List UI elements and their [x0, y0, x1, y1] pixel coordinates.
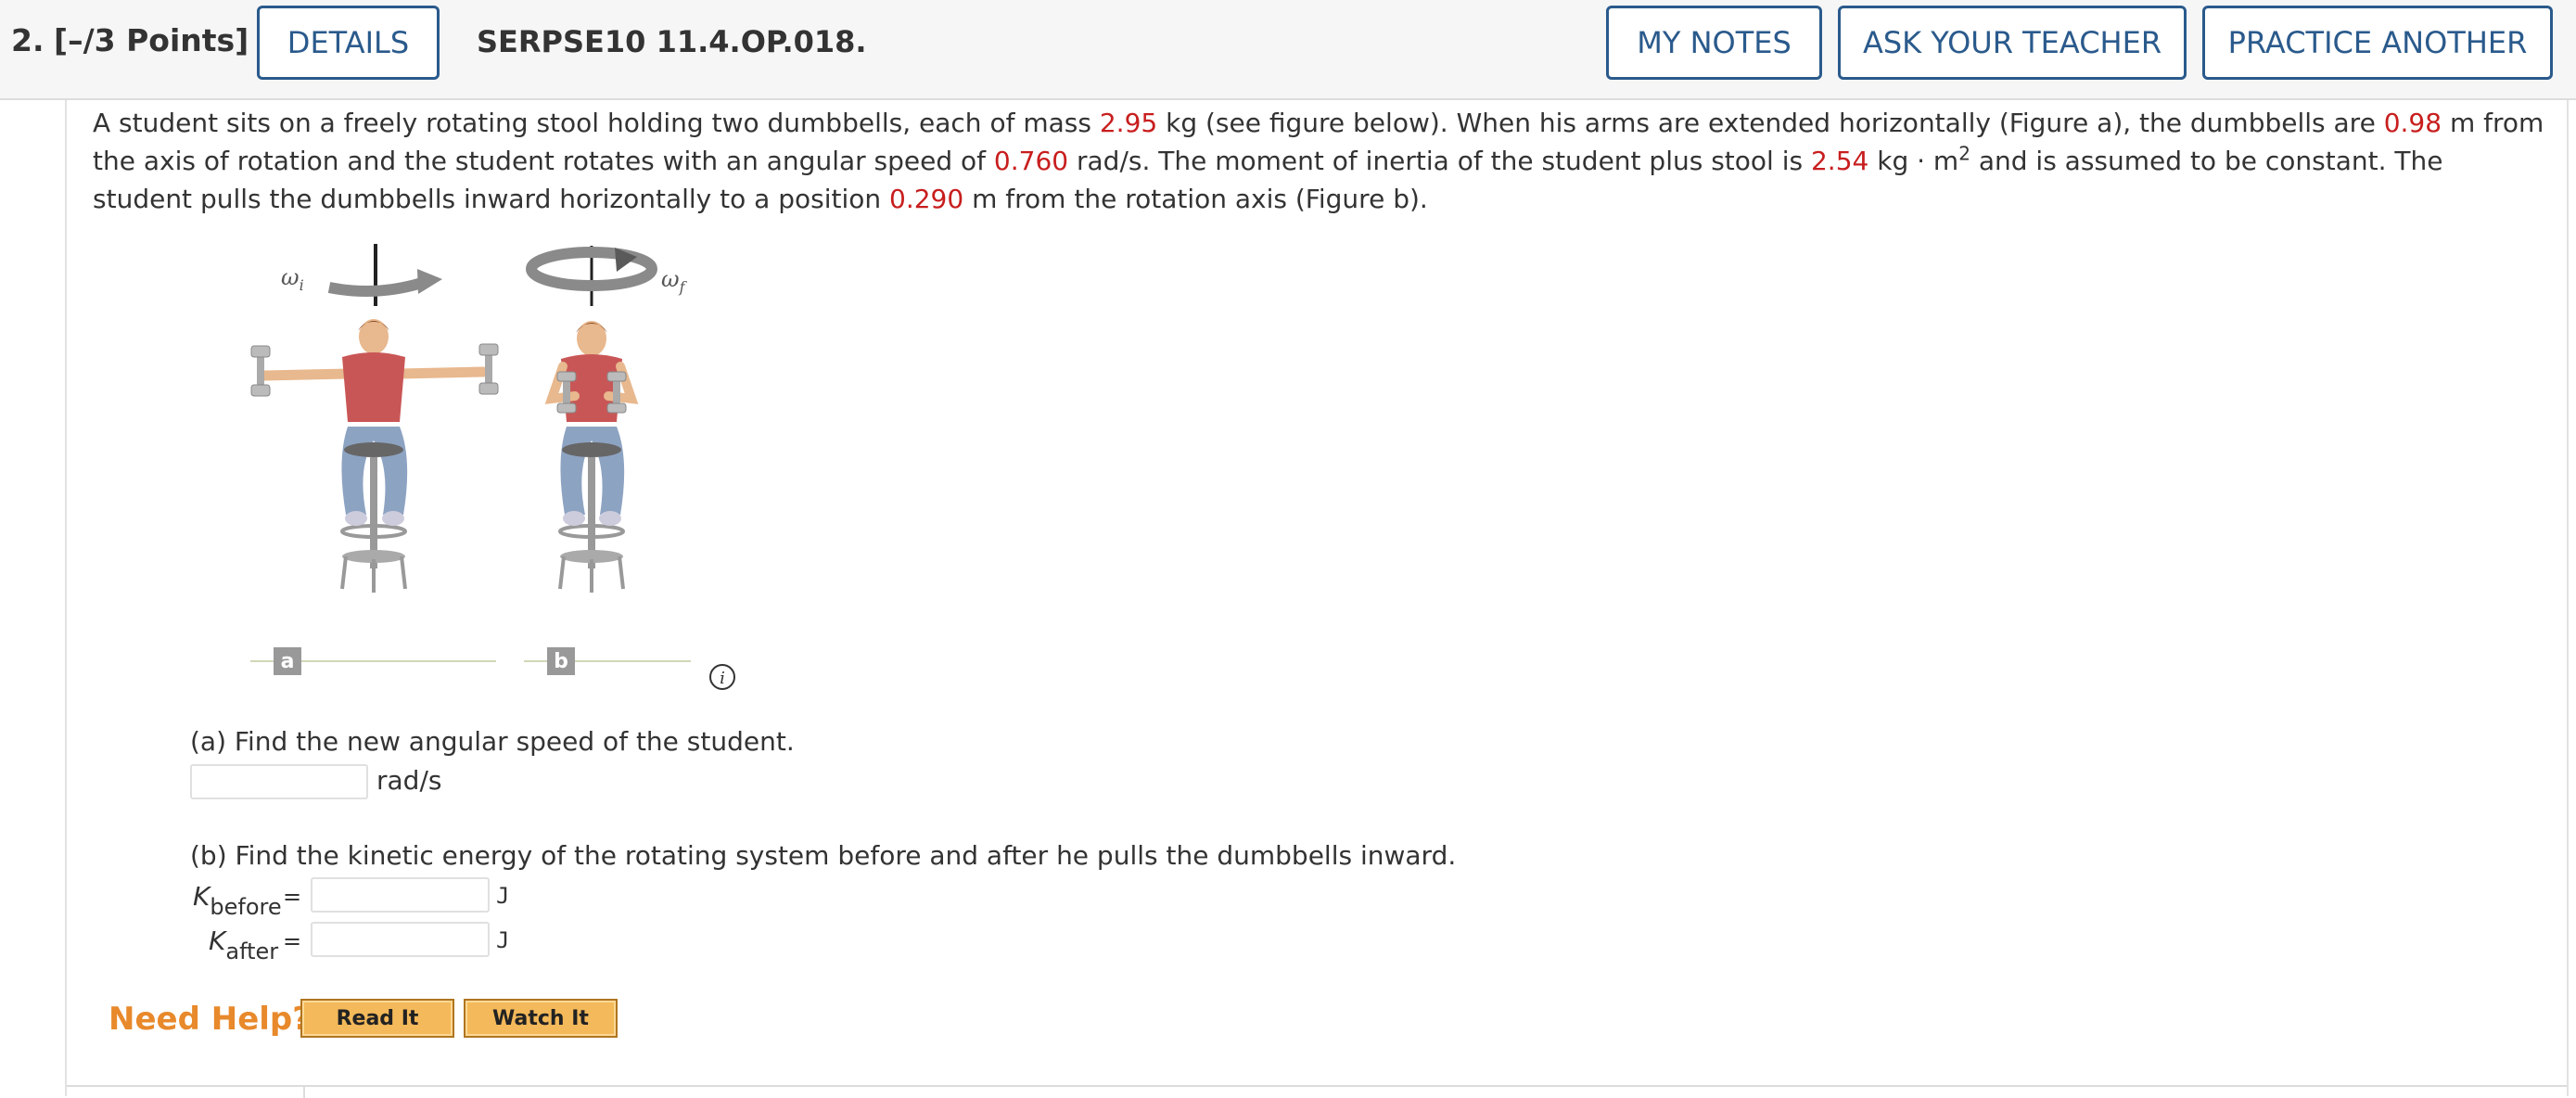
inertia-value: 2.54: [1810, 146, 1869, 176]
k-after-label: Kafter: [209, 926, 278, 964]
problem-text: kg (see figure below). When his arms are…: [1157, 108, 2384, 138]
omega-symbol: ω: [661, 266, 680, 292]
figure-b-student: [526, 246, 657, 593]
distance-extended-value: 0.98: [2383, 108, 2442, 138]
angular-speed-unit: rad/s: [376, 765, 442, 796]
dumbbell-figure: ωi ωf a b: [236, 236, 719, 691]
figure-a-label: a: [274, 647, 301, 675]
k-symbol: K: [209, 926, 226, 956]
mass-value: 2.95: [1099, 108, 1158, 138]
omega-symbol: ω: [281, 264, 300, 290]
problem-statement: A student sits on a freely rotating stoo…: [93, 104, 2550, 218]
k-after-input[interactable]: [311, 922, 490, 957]
figure-b-label: b: [547, 647, 575, 675]
k-before-unit: J: [496, 883, 510, 909]
my-notes-button[interactable]: MY NOTES: [1606, 6, 1822, 80]
ask-teacher-button[interactable]: ASK YOUR TEACHER: [1838, 6, 2187, 80]
part-b-question: (b) Find the kinetic energy of the rotat…: [190, 840, 1457, 871]
practice-another-button[interactable]: PRACTICE ANOTHER: [2202, 6, 2553, 80]
watch-it-button[interactable]: Watch It: [464, 999, 618, 1038]
problem-text: m from the rotation axis (Figure b).: [963, 184, 1428, 214]
svg-text:i: i: [720, 669, 725, 688]
question-header: 2. [–/3 Points] DETAILS SERPSE10 11.4.OP…: [0, 0, 2576, 100]
equals-sign: =: [283, 928, 302, 954]
k-subscript: after: [225, 938, 279, 964]
read-it-button[interactable]: Read It: [300, 999, 454, 1038]
problem-text: A student sits on a freely rotating stoo…: [93, 108, 1100, 138]
k-subscript: before: [210, 894, 282, 920]
k-after-unit: J: [496, 927, 510, 953]
omega-final-label: ωf: [661, 266, 685, 296]
need-help-label: Need Help?: [108, 1001, 311, 1038]
distance-inward-value: 0.290: [889, 184, 964, 214]
question-number: 2.: [11, 22, 45, 58]
question-code: SERPSE10 11.4.OP.018.: [477, 24, 867, 59]
k-before-input[interactable]: [311, 877, 490, 913]
details-button[interactable]: DETAILS: [257, 6, 440, 80]
figure-a-student: [250, 244, 499, 593]
angular-speed-input[interactable]: [190, 764, 368, 799]
content-right-border: [2567, 100, 2569, 1096]
info-icon[interactable]: i: [708, 663, 736, 691]
angular-speed-value: 0.760: [993, 146, 1069, 176]
content-left-border: [65, 100, 67, 1096]
k-symbol: K: [193, 881, 210, 912]
problem-text: kg · m: [1868, 146, 1959, 176]
k-before-label: Kbefore: [193, 881, 282, 920]
problem-text: rad/s. The moment of inertia of the stud…: [1068, 146, 1811, 176]
student-stool-illustration: [250, 244, 691, 662]
part-a-question: (a) Find the new angular speed of the st…: [190, 726, 795, 757]
exponent: 2: [1958, 142, 1970, 165]
omega-subscript: i: [299, 275, 304, 294]
bottom-divider: [303, 1085, 2567, 1087]
omega-initial-label: ωi: [281, 264, 304, 294]
equals-sign: =: [283, 884, 302, 910]
question-points: [–/3 Points]: [54, 22, 249, 58]
omega-subscript: f: [679, 277, 685, 296]
